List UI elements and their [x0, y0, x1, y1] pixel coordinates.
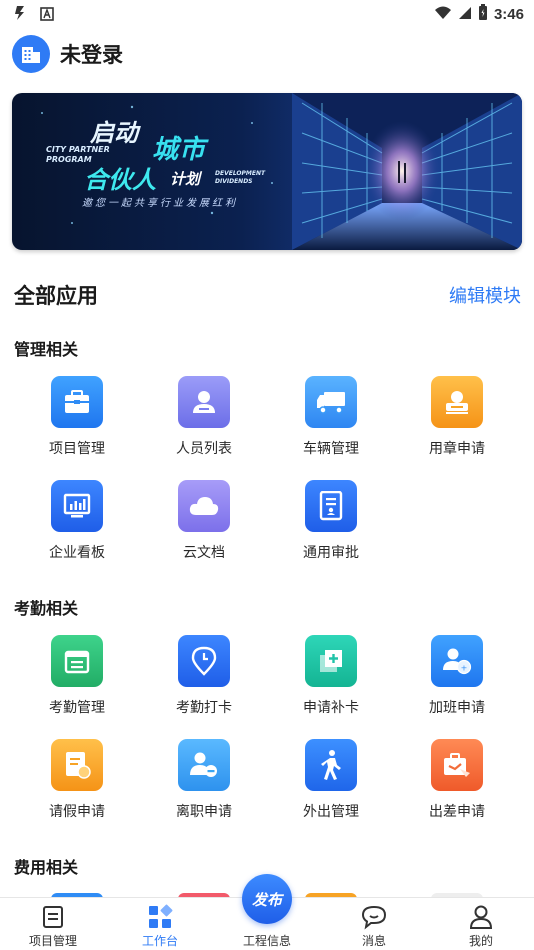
status-bar: 3:46: [0, 0, 534, 28]
user-icon: [468, 904, 494, 930]
font-icon: [40, 6, 54, 25]
app-general-approval[interactable]: 通用审批: [276, 480, 386, 570]
flash-icon: [14, 5, 26, 25]
app-label: 加班申请: [429, 700, 485, 716]
svg-text:+: +: [461, 664, 468, 673]
grid-icon: [147, 904, 173, 930]
nav-item-project-management[interactable]: 项目管理: [0, 898, 106, 950]
banner-english-2: DEVELOPMENT DIVIDENDS: [215, 170, 266, 185]
app-seal-request[interactable]: 用章申请: [402, 376, 512, 466]
app-label: 考勤打卡: [176, 700, 232, 716]
app-label: 申请补卡: [303, 700, 359, 716]
nav-label: 工作台: [141, 934, 178, 948]
app-outing-management[interactable]: 外出管理: [276, 739, 386, 829]
building-icon[interactable]: [12, 35, 50, 73]
battery-icon: [478, 4, 488, 24]
publish-button[interactable]: 发布: [242, 874, 292, 924]
briefcase-icon: [51, 376, 103, 428]
app-label: 企业看板: [49, 545, 105, 561]
nav-item-me[interactable]: 我的: [428, 898, 534, 950]
overtime-icon: +: [431, 635, 483, 687]
banner-subtitle: 邀您一起共享行业发展红利: [82, 198, 238, 209]
app-card-reissue[interactable]: 申请补卡: [276, 635, 386, 725]
app-project-management[interactable]: 项目管理: [22, 376, 132, 466]
document-icon: [305, 480, 357, 532]
nav-label: 消息: [361, 934, 386, 948]
app-business-trip-request[interactable]: 出差申请: [402, 739, 512, 829]
group-title-expenses: 费用相关: [14, 858, 79, 877]
app-resignation-request[interactable]: 离职申请: [149, 739, 259, 829]
app-label: 出差申请: [429, 804, 485, 820]
app-label: 用章申请: [429, 441, 485, 457]
app-overtime-request[interactable]: + 加班申请: [402, 635, 512, 725]
banner-heading-launch: 启动: [90, 119, 138, 147]
app-label: 云文档: [183, 545, 225, 561]
leave-icon: [51, 739, 103, 791]
calendar-icon: [51, 635, 103, 687]
app-label: 外出管理: [303, 804, 359, 820]
chat-icon: [361, 904, 387, 930]
app-label: 人员列表: [176, 441, 232, 457]
app-staff-list[interactable]: 人员列表: [149, 376, 259, 466]
edit-modules-button[interactable]: 编辑模块: [449, 282, 521, 308]
status-right: 3:46: [434, 4, 524, 24]
nav-label: 我的: [468, 934, 493, 948]
resign-icon: [178, 739, 230, 791]
wifi-icon: [434, 5, 452, 24]
signal-icon: [458, 5, 472, 24]
location-icon: [178, 635, 230, 687]
banner-heading-city: 城市: [152, 135, 207, 165]
all-apps-title: 全部应用: [14, 284, 98, 308]
cloud-icon: [178, 480, 230, 532]
app-vehicle-management[interactable]: 车辆管理: [276, 376, 386, 466]
person-icon: [178, 376, 230, 428]
app-label: 车辆管理: [303, 441, 359, 457]
nav-item-workbench[interactable]: 工作台: [107, 898, 213, 950]
card-add-icon: [305, 635, 357, 687]
app-label: 请假申请: [49, 804, 105, 820]
nav-label: 工程信息: [242, 934, 291, 948]
status-left: [14, 5, 54, 25]
group-title-attendance: 考勤相关: [14, 599, 79, 618]
dashboard-icon: [51, 480, 103, 532]
app-label: 离职申请: [176, 804, 232, 820]
header: 未登录: [12, 34, 123, 74]
app-label: 通用审批: [303, 545, 359, 561]
login-status-title[interactable]: 未登录: [60, 39, 123, 69]
app-enterprise-dashboard[interactable]: 企业看板: [22, 480, 132, 570]
list-icon: [40, 904, 66, 930]
app-attendance-management[interactable]: 考勤管理: [22, 635, 132, 725]
nav-label: 项目管理: [28, 934, 77, 948]
banner-heading-partner: 合伙人: [84, 166, 156, 194]
travel-icon: [431, 739, 483, 791]
truck-icon: [305, 376, 357, 428]
publish-label: 发布: [251, 890, 282, 909]
walking-icon: [305, 739, 357, 791]
app-clock-in[interactable]: 考勤打卡: [149, 635, 259, 725]
nav-item-messages[interactable]: 消息: [321, 898, 427, 950]
status-time: 3:46: [493, 5, 524, 23]
app-leave-request[interactable]: 请假申请: [22, 739, 132, 829]
group-title-management: 管理相关: [14, 340, 79, 359]
app-label: 项目管理: [49, 441, 105, 457]
app-label: 考勤管理: [49, 700, 105, 716]
stamp-icon: [431, 376, 483, 428]
promo-banner[interactable]: 启动 城市 CITY PARTNER PROGRAM 合伙人 计划 DEVELO…: [12, 93, 522, 250]
banner-heading-plan: 计划: [170, 170, 201, 188]
app-cloud-docs[interactable]: 云文档: [149, 480, 259, 570]
